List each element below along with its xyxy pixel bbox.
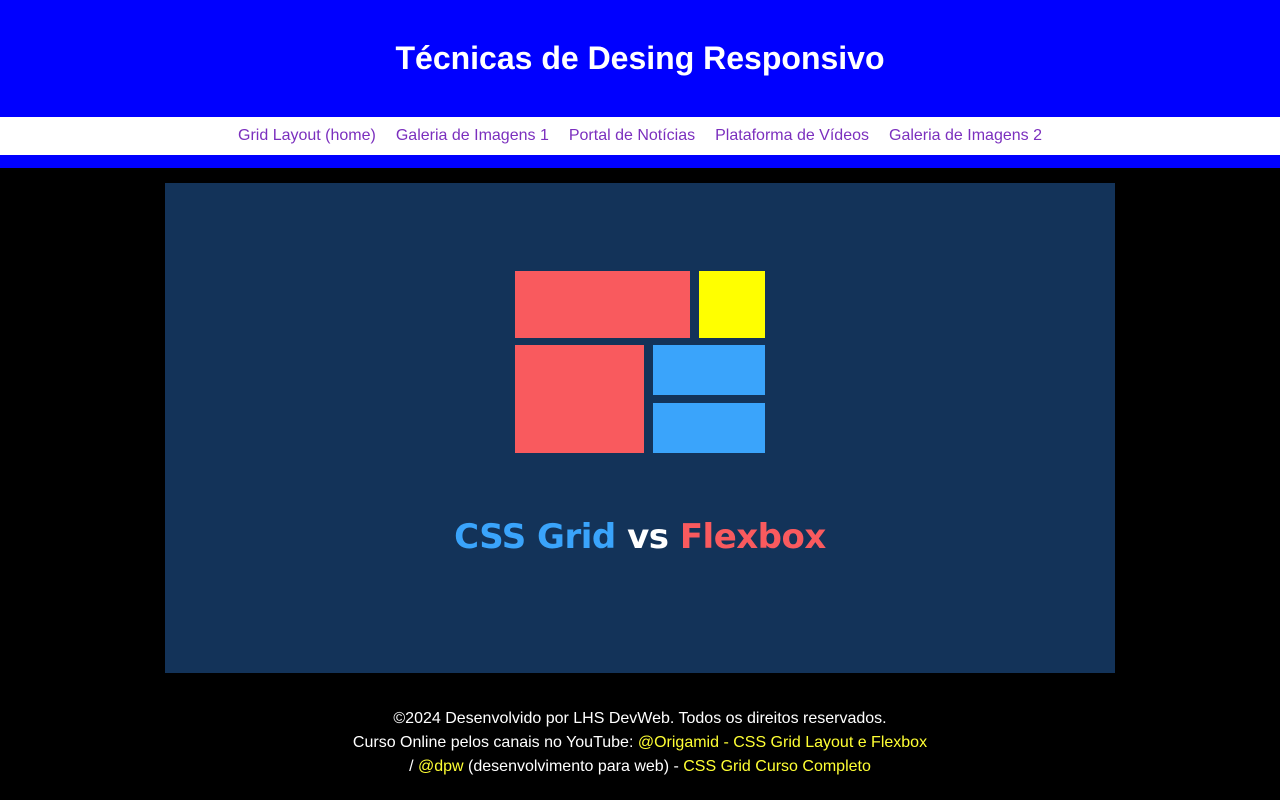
footer-link-dpw[interactable]: @dpw <box>418 758 464 775</box>
site-footer: ©2024 Desenvolvido por LHS DevWeb. Todos… <box>0 707 1280 779</box>
footer-course-line: Curso Online pelos canais no YouTube: @O… <box>0 731 1280 755</box>
footer-copyright: ©2024 Desenvolvido por LHS DevWeb. Todos… <box>393 710 887 727</box>
page-title: Técnicas de Desing Responsivo <box>395 40 885 76</box>
layout-block-blue-bottom <box>653 403 765 453</box>
banner-title-css-grid: CSS Grid <box>454 517 616 557</box>
nav-link-plataforma-videos[interactable]: Plataforma de Vídeos <box>715 126 869 146</box>
nav-link-grid-layout-home[interactable]: Grid Layout (home) <box>238 126 376 146</box>
footer-separator: / <box>409 758 418 775</box>
footer-dpw-desc: (desenvolvimento para web) - <box>463 758 684 775</box>
header-bottom-strip <box>0 155 1280 168</box>
layout-block-yellow <box>699 271 765 338</box>
site-header: Técnicas de Desing Responsivo <box>0 0 1280 117</box>
nav-link-galeria-imagens-2[interactable]: Galeria de Imagens 2 <box>889 126 1042 146</box>
nav-link-galeria-imagens-1[interactable]: Galeria de Imagens 1 <box>396 126 549 146</box>
layout-block-red-wide <box>515 271 690 338</box>
layout-block-blue-top <box>653 345 765 395</box>
footer-link-origamid[interactable]: @Origamid - CSS Grid Layout e Flexbox <box>638 734 927 751</box>
nav-link-portal-noticias[interactable]: Portal de Notícias <box>569 126 695 146</box>
footer-dpw-line: / @dpw (desenvolvimento para web) - CSS … <box>0 755 1280 779</box>
hero-banner-image: CSS Grid vs Flexbox <box>165 183 1115 673</box>
banner-title: CSS Grid vs Flexbox <box>165 513 1115 561</box>
banner-title-flexbox: Flexbox <box>679 517 827 557</box>
main-nav: Grid Layout (home) Galeria de Imagens 1 … <box>0 117 1280 155</box>
footer-link-css-grid-curso[interactable]: CSS Grid Curso Completo <box>683 758 871 775</box>
banner-title-vs: vs <box>627 517 669 557</box>
footer-course-prefix: Curso Online pelos canais no YouTube: <box>352 734 638 751</box>
layout-block-red-large <box>515 345 644 453</box>
